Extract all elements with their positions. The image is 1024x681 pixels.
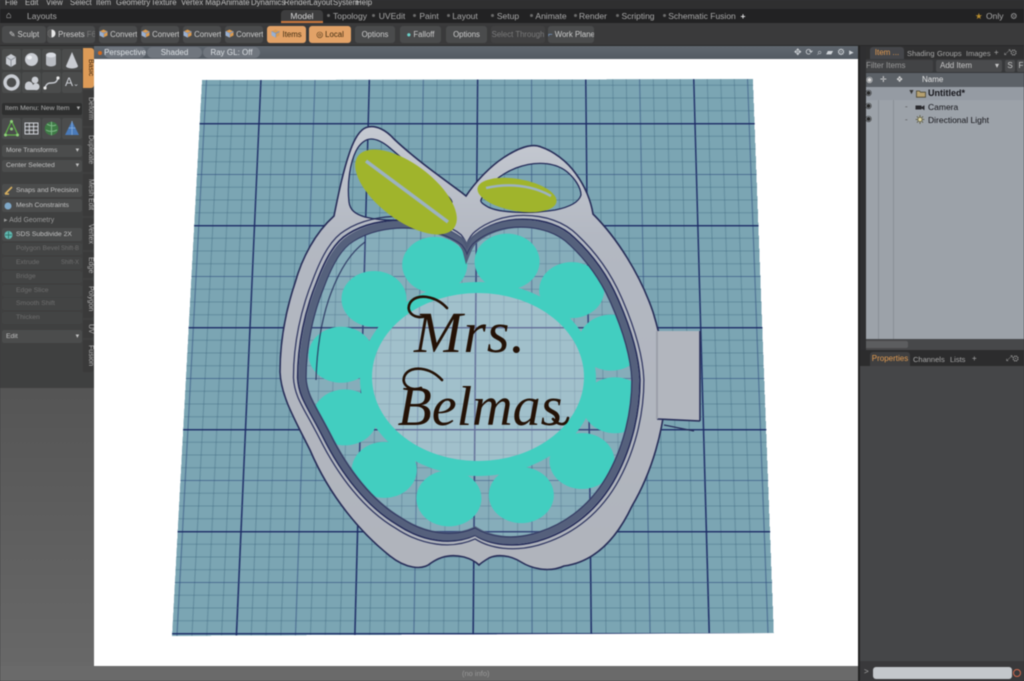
svg-text:Belmas: Belmas: [398, 376, 563, 438]
svg-text:Mrs.: Mrs.: [413, 300, 526, 365]
